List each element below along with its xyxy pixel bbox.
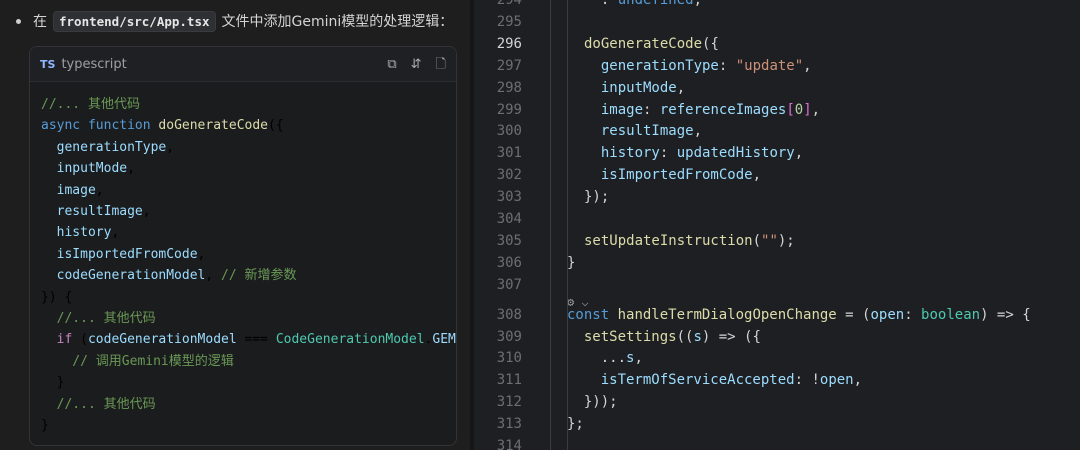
editor-line[interactable]: 311 isTermOfServiceAccepted: !open, — [474, 369, 1080, 391]
line-code: const handleTermDialogOpenChange = (open… — [567, 306, 1031, 323]
editor-line[interactable]: 298 inputMode, — [474, 77, 1080, 99]
code-line: image, — [56, 182, 104, 198]
line-code: inputMode, — [600, 79, 686, 96]
code-line: codeGenerationModel, // 新增参数 — [56, 268, 297, 284]
indent-guide — [567, 0, 568, 450]
line-number: 306 — [496, 254, 522, 271]
bullet-dot — [16, 18, 21, 24]
code-line: resultImage, — [56, 204, 151, 220]
code-line: isImportedFromCode, — [56, 246, 206, 262]
line-code: }; — [567, 416, 584, 433]
editor-line[interactable]: 314 — [474, 435, 1080, 450]
file-path-code: frontend/src/App.tsx — [53, 10, 216, 32]
typescript-icon: TS — [40, 57, 56, 71]
codelens-icon[interactable]: ⚙ ⌵ — [567, 295, 589, 309]
code-block-header: TS typescript ⧉ ⇵ 🗋 — [30, 47, 456, 82]
line-number: 311 — [496, 372, 522, 389]
editor-line[interactable]: 299 image: referenceImages[0], — [474, 99, 1080, 121]
code-block-body: //... 其他代码 async function doGenerateCode(… — [30, 82, 456, 437]
copy-icon[interactable]: ⧉ — [387, 58, 396, 71]
editor-line[interactable]: 295 — [474, 11, 1080, 33]
line-code: }); — [584, 189, 610, 206]
line-number: 314 — [496, 438, 522, 450]
line-number: 304 — [496, 211, 522, 227]
line-number: 300 — [496, 123, 522, 140]
line-code: : undefined; — [584, 0, 703, 8]
line-code: setUpdateInstruction(""); — [584, 232, 795, 249]
editor-line[interactable]: 309 setSettings((s) => ({ — [474, 326, 1080, 348]
line-number: 296 — [496, 35, 522, 52]
line-number: 297 — [496, 57, 522, 74]
editor-line[interactable]: 310 ...s, — [474, 347, 1080, 369]
line-number: 299 — [496, 101, 522, 118]
code-block: TS typescript ⧉ ⇵ 🗋 //... 其他代码 async func… — [29, 46, 457, 446]
line-number: 303 — [496, 189, 522, 206]
line-code: generationType: "update", — [600, 57, 812, 74]
insert-icon[interactable]: ⇵ — [411, 58, 422, 71]
line-number: 301 — [496, 145, 522, 162]
line-code: isImportedFromCode, — [600, 167, 762, 184]
editor-line[interactable]: 307 — [474, 274, 1080, 296]
bullet-suffix: 文件中添加Gemini模型的处理逻辑： — [221, 14, 454, 30]
code-line: //... 其他代码 — [41, 396, 156, 412]
editor-line[interactable]: 301 history: updatedHistory, — [474, 142, 1080, 164]
line-number: 302 — [496, 167, 522, 184]
code-line: async function doGenerateCode({ — [41, 118, 284, 134]
line-code: image: referenceImages[0], — [600, 101, 821, 118]
editor-line[interactable]: 303}); — [474, 186, 1080, 208]
editor-line[interactable]: 294 : undefined; — [474, 0, 1080, 11]
code-line: history, — [56, 225, 120, 241]
instruction-line: 在 frontend/src/App.tsx 文件中添加Gemini模型的处理逻… — [16, 9, 453, 33]
line-number: 295 — [496, 13, 522, 30]
line-number: 309 — [496, 328, 522, 345]
new-file-icon[interactable]: 🗋 — [436, 58, 446, 71]
indent-guide — [550, 0, 551, 450]
editor-line[interactable]: 306} — [474, 252, 1080, 274]
code-line: if (codeGenerationModel === CodeGenerati… — [56, 332, 456, 348]
line-code: resultImage, — [600, 123, 703, 140]
line-number: 308 — [496, 306, 522, 323]
line-number: 313 — [496, 416, 522, 433]
line-number: 307 — [496, 276, 522, 293]
line-code: } — [567, 254, 576, 271]
line-number: 298 — [496, 79, 522, 96]
line-code: isTermOfServiceAccepted: !open, — [600, 372, 863, 389]
bullet-prefix: 在 — [33, 14, 47, 30]
code-editor[interactable]: 294 : undefined; 295 296 doGenerateCode({29… — [474, 0, 1080, 450]
chat-panel: 在 frontend/src/App.tsx 文件中添加Gemini模型的处理逻… — [0, 0, 470, 450]
code-line: } — [41, 418, 49, 434]
code-actions: ⧉ ⇵ 🗋 — [387, 58, 446, 71]
line-code: })); — [567, 394, 618, 411]
code-line: // 调用Gemini模型的逻辑 — [41, 353, 234, 369]
editor-line[interactable]: 300 resultImage, — [474, 120, 1080, 142]
line-code: doGenerateCode({ — [584, 35, 719, 52]
line-code: setSettings((s) => ({ — [583, 328, 761, 345]
editor-line[interactable]: 312 })); — [474, 391, 1080, 413]
editor-line[interactable]: 305 setUpdateInstruction(""); — [474, 230, 1080, 252]
editor-line[interactable]: 308 const handleTermDialogOpenChange = (o… — [474, 304, 1080, 326]
line-code: history: updatedHistory, — [600, 145, 804, 162]
editor-line[interactable]: 304 — [474, 208, 1080, 230]
code-line: //... 其他代码 — [41, 311, 156, 327]
line-number: 294 — [496, 0, 522, 8]
code-line: inputMode, — [56, 161, 135, 177]
code-line: }) { — [41, 289, 73, 305]
code-line: //... 其他代码 — [41, 97, 140, 112]
line-code: ...s, — [567, 350, 643, 367]
editor-line[interactable]: 302 isImportedFromCode, — [474, 164, 1080, 186]
code-line: generationType, — [56, 139, 175, 155]
code-language-label: typescript — [61, 56, 127, 72]
editor-line[interactable]: 296 doGenerateCode({ — [474, 33, 1080, 55]
editor-line[interactable]: 313}; — [474, 413, 1080, 435]
code-line: } — [41, 375, 65, 391]
line-number: 312 — [496, 394, 522, 411]
line-number: 305 — [496, 232, 522, 249]
editor-line[interactable]: 297 generationType: "update", — [474, 55, 1080, 77]
line-number: 310 — [496, 350, 522, 367]
